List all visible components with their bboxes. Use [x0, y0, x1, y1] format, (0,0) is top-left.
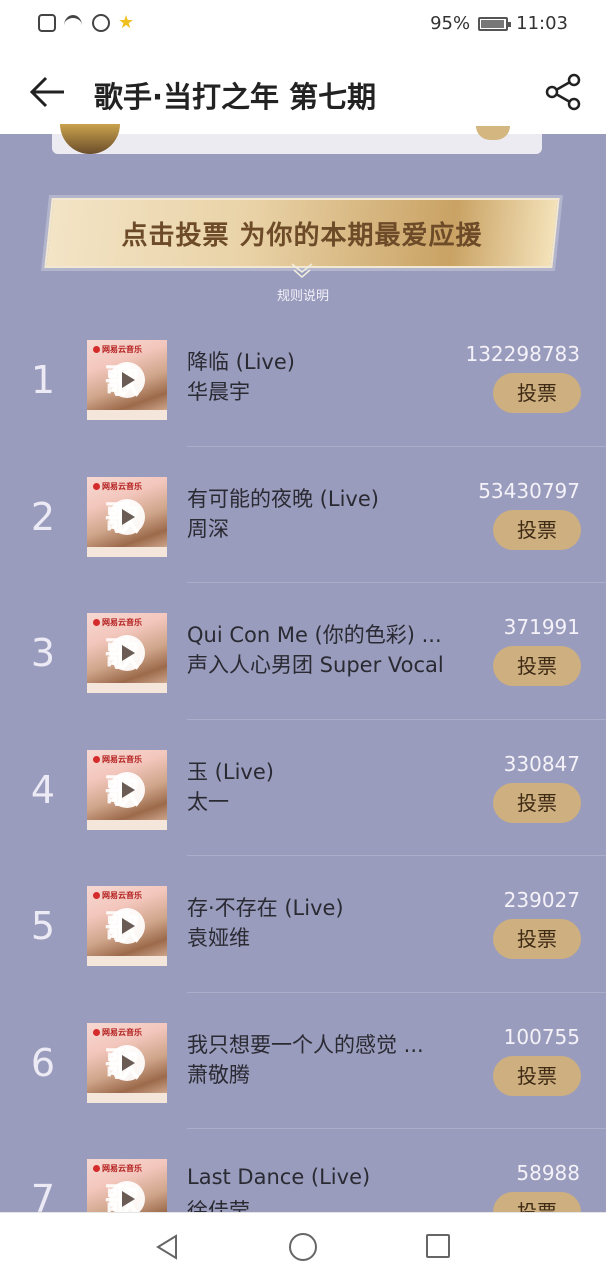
rank-number: 4: [30, 767, 56, 812]
play-icon[interactable]: [109, 362, 145, 398]
star-icon: ★: [118, 12, 135, 33]
artist-name: 袁娅维: [187, 926, 250, 950]
album-cover[interactable]: 网易云音乐 歌手: [87, 886, 167, 966]
vote-count: 371991: [503, 615, 580, 639]
album-cover[interactable]: 网易云音乐 歌手: [87, 340, 167, 420]
wifi-icon: [64, 15, 84, 31]
song-row[interactable]: 2 网易云音乐 歌手 有可能的夜晚 (Live) 周深 53430797 投票: [0, 447, 606, 583]
rules-link[interactable]: 规则说明: [0, 285, 606, 304]
status-icons: ★: [38, 14, 134, 32]
vote-button[interactable]: 投票: [493, 373, 581, 413]
cover-band: [87, 1092, 167, 1103]
nav-recent-apps-icon[interactable]: [426, 1234, 450, 1258]
vote-button[interactable]: 投票: [493, 646, 581, 686]
battery-percent: 95%: [430, 13, 471, 34]
alert-icon: [38, 14, 56, 32]
vote-count: 100755: [503, 1024, 580, 1049]
cover-band: [87, 956, 167, 966]
nav-back-icon[interactable]: [154, 1233, 182, 1261]
back-arrow-icon[interactable]: [28, 74, 68, 110]
vote-count: 330847: [503, 751, 580, 776]
play-icon[interactable]: [109, 908, 145, 944]
song-title[interactable]: Last Dance (Live): [187, 1165, 447, 1189]
vote-button[interactable]: 投票: [493, 509, 581, 550]
cover-band: [87, 410, 167, 420]
app-header: 歌手·当打之年 第七期: [0, 50, 606, 134]
cover-band: [87, 683, 167, 693]
song-title[interactable]: 我只想要一个人的感觉 ...: [187, 1029, 447, 1059]
battery-icon: [478, 16, 512, 31]
sync-icon: [92, 14, 110, 32]
play-icon[interactable]: [109, 771, 145, 808]
song-row[interactable]: 5 网易云音乐 歌手 存·不存在 (Live) 袁娅维 239027 投票: [0, 856, 606, 993]
vote-count: 53430797: [478, 478, 580, 503]
rank-number: 6: [30, 1040, 56, 1085]
status-right: 95% 11:03: [430, 13, 568, 34]
vote-count: 132298783: [465, 342, 580, 366]
album-cover[interactable]: 网易云音乐 歌手: [87, 613, 167, 693]
song-row[interactable]: 1 网易云音乐 歌手 降临 (Live) 华晨宇 132298783 投票: [0, 310, 606, 447]
song-row[interactable]: 6 网易云音乐 歌手 我只想要一个人的感觉 ... 萧敬腾 100755 投票: [0, 993, 606, 1129]
album-cover[interactable]: 网易云音乐 歌手: [87, 749, 167, 830]
vote-button[interactable]: 投票: [493, 782, 581, 823]
artist-name: 华晨宇: [187, 380, 250, 404]
nav-home-icon[interactable]: [289, 1233, 317, 1261]
share-icon[interactable]: [544, 72, 584, 112]
song-row[interactable]: 4 网易云音乐 歌手 玉 (Live) 太一 330847 投票: [0, 720, 606, 856]
page-title: 歌手·当打之年 第七期: [94, 80, 377, 114]
vote-count: 239027: [503, 888, 580, 912]
clock: 11:03: [516, 13, 568, 34]
song-title[interactable]: 玉 (Live): [187, 756, 447, 786]
status-bar: ★ 95% 11:03: [0, 0, 606, 50]
cover-band: [87, 546, 167, 557]
artist-name: 声入人心男团 Super Vocal: [187, 653, 444, 677]
song-row[interactable]: 3 网易云音乐 歌手 Qui Con Me (你的色彩) ... 声入人心男团 …: [0, 583, 606, 720]
play-icon[interactable]: [109, 635, 145, 671]
song-title[interactable]: 降临 (Live): [187, 346, 447, 376]
vote-count: 58988: [516, 1161, 580, 1185]
song-list: 1 网易云音乐 歌手 降临 (Live) 华晨宇 132298783 投票 2 …: [0, 310, 606, 1266]
top-banner-remnant: [52, 134, 542, 154]
cover-band: [87, 819, 167, 830]
album-cover[interactable]: 网易云音乐 歌手: [87, 1022, 167, 1103]
vote-banner-text[interactable]: 点击投票 为你的本期最爱应援: [48, 198, 556, 268]
rank-number: 1: [30, 358, 56, 402]
album-cover[interactable]: 网易云音乐 歌手: [87, 476, 167, 557]
song-title[interactable]: 有可能的夜晚 (Live): [187, 483, 447, 513]
rank-number: 3: [30, 631, 56, 675]
artist-name: 周深: [187, 516, 229, 541]
rank-number: 2: [30, 494, 56, 539]
vote-button[interactable]: 投票: [493, 919, 581, 959]
artist-name: 太一: [187, 789, 229, 814]
play-icon[interactable]: [109, 1044, 145, 1081]
song-title[interactable]: Qui Con Me (你的色彩) ...: [187, 619, 447, 649]
artist-name: 萧敬腾: [187, 1062, 250, 1087]
song-title[interactable]: 存·不存在 (Live): [187, 892, 447, 922]
rank-number: 5: [30, 904, 56, 948]
vote-button[interactable]: 投票: [493, 1055, 581, 1096]
system-nav-bar: [0, 1212, 606, 1281]
chevron-down-icon: [291, 263, 313, 278]
play-icon[interactable]: [109, 498, 145, 535]
